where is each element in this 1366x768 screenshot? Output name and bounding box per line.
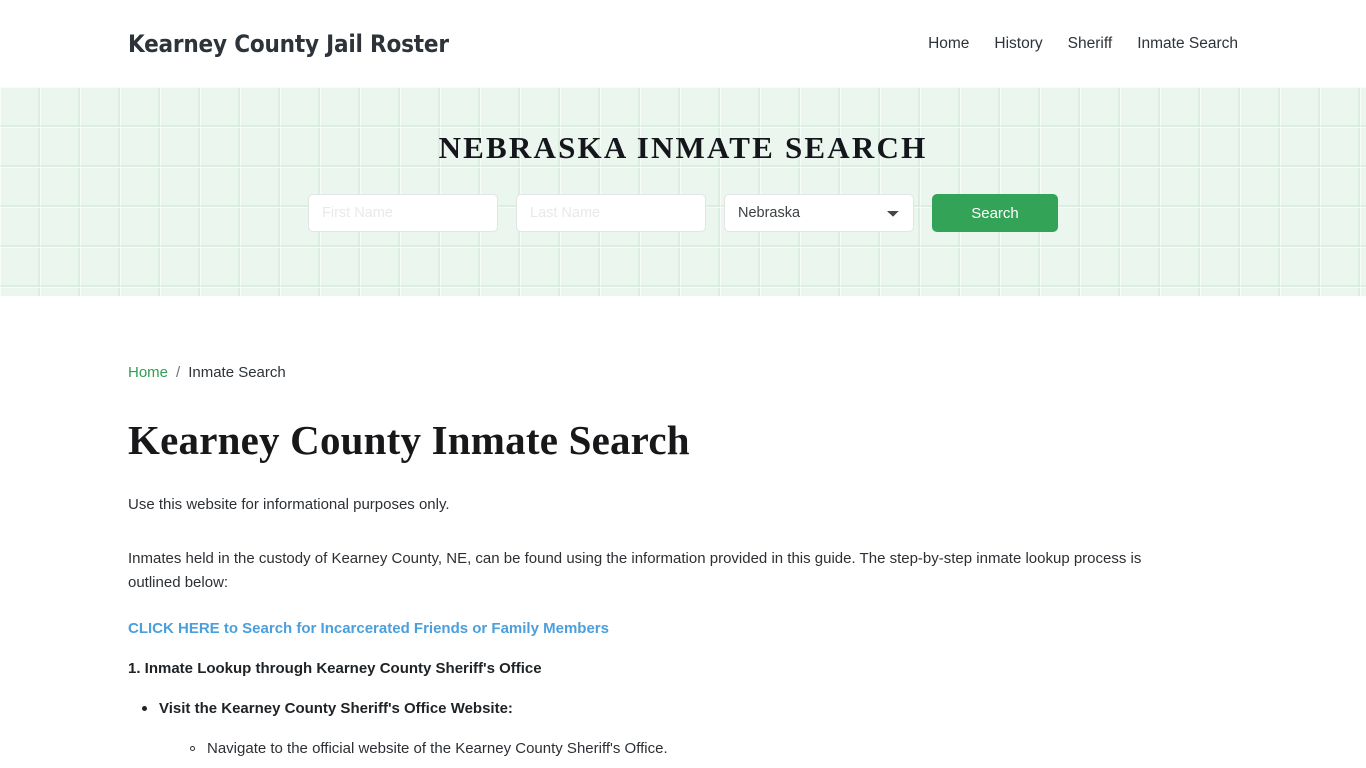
main-navigation: Home History Sheriff Inmate Search <box>928 35 1238 53</box>
step-bullet-list: Visit the Kearney County Sheriff's Offic… <box>128 698 1238 760</box>
breadcrumb-current: Inmate Search <box>188 364 286 381</box>
intro-paragraph-1: Use this website for informational purpo… <box>128 496 450 514</box>
nav-item-history[interactable]: History <box>994 35 1042 53</box>
cta-search-link[interactable]: CLICK HERE to Search for Incarcerated Fr… <box>128 621 609 636</box>
first-name-input[interactable] <box>308 194 498 232</box>
step-heading-1: 1. Inmate Lookup through Kearney County … <box>128 660 542 678</box>
breadcrumb-separator: / <box>176 364 181 381</box>
site-header: Kearney County Jail Roster Home History … <box>0 0 1366 87</box>
state-select[interactable]: Nebraska <box>724 194 914 232</box>
nav-item-home[interactable]: Home <box>928 35 969 53</box>
nav-item-sheriff[interactable]: Sheriff <box>1068 35 1113 53</box>
hero-title: NEBRASKA INMATE SEARCH <box>438 130 928 165</box>
last-name-input[interactable] <box>516 194 706 232</box>
inmate-search-form: Nebraska Search <box>308 194 1058 232</box>
sub-bullet-item-label: Navigate to the official website of the … <box>207 740 668 758</box>
breadcrumb-link-home[interactable]: Home <box>128 365 168 380</box>
site-title[interactable]: Kearney County Jail Roster <box>128 30 449 58</box>
list-item: Visit the Kearney County Sheriff's Offic… <box>142 698 1238 760</box>
breadcrumb: Home / Inmate Search <box>128 296 1238 380</box>
search-button[interactable]: Search <box>932 194 1058 232</box>
list-item: Navigate to the official website of the … <box>190 738 1238 760</box>
step-sub-bullet-list: Navigate to the official website of the … <box>159 738 1238 760</box>
nav-item-inmate-search[interactable]: Inmate Search <box>1137 35 1238 53</box>
page-title: Kearney County Inmate Search <box>128 417 690 463</box>
bullet-item-label: Visit the Kearney County Sheriff's Offic… <box>159 700 513 718</box>
hero-search-band: NEBRASKA INMATE SEARCH Nebraska Search <box>0 87 1366 296</box>
main-content: Home / Inmate Search Kearney County Inma… <box>0 296 1366 760</box>
intro-paragraph-2: Inmates held in the custody of Kearney C… <box>128 550 1142 592</box>
